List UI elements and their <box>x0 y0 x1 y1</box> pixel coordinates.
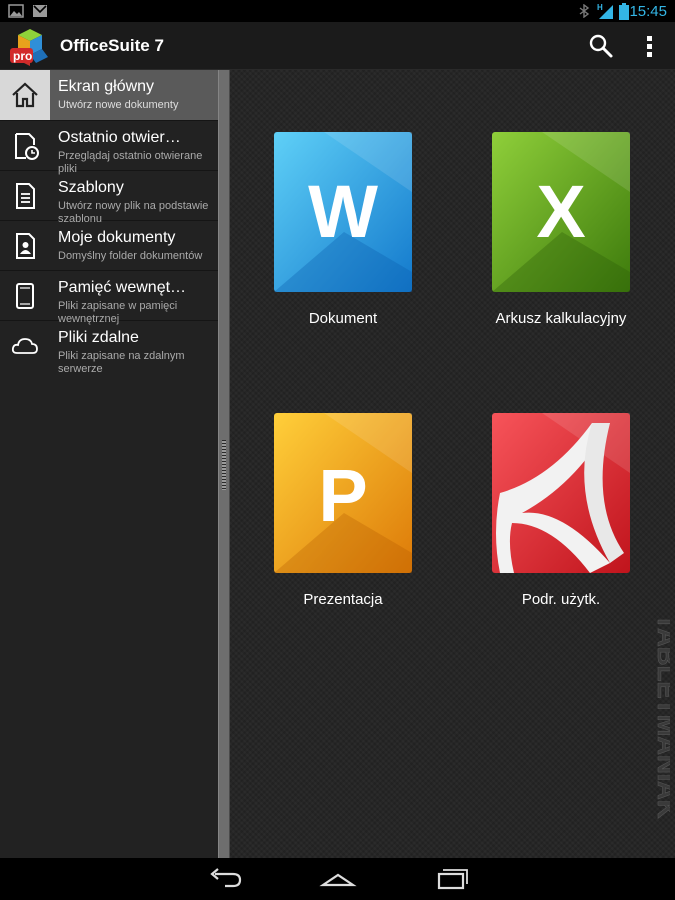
sidebar-icon-box <box>0 271 50 320</box>
tile-presentation[interactable]: P Prezentacja <box>268 413 418 613</box>
sidebar: Ekran główny Utwórz nowe dokumenty Ostat… <box>0 70 218 858</box>
system-navigation-bar <box>0 858 675 900</box>
logo-badge: pro <box>13 49 32 63</box>
my-documents-icon <box>16 233 35 259</box>
status-bar: H 15:45 <box>0 0 675 22</box>
recent-files-icon <box>15 133 39 160</box>
tile-user-manual[interactable]: Podr. użytk. <box>486 413 636 613</box>
tile-letter: X <box>536 170 585 253</box>
tile-label: Podr. użytk. <box>521 591 601 608</box>
recent-apps-icon[interactable] <box>431 866 471 892</box>
back-icon[interactable] <box>205 866 245 892</box>
tile-document[interactable]: W Dokument <box>268 132 418 332</box>
watermark-text: TABLETMANIAK <box>652 614 670 819</box>
tile-letter: W <box>308 170 378 253</box>
sidebar-item-my-documents[interactable]: Moje dokumenty Domyślny folder dokumentó… <box>0 221 218 271</box>
sidebar-item-subtitle: Utwórz nowe dokumenty <box>58 99 179 111</box>
sidebar-item-recent[interactable]: Ostatnio otwier… Przeglądaj ostatnio otw… <box>0 121 218 175</box>
sidebar-icon-box <box>0 321 50 371</box>
search-icon[interactable] <box>585 30 617 62</box>
pdf-manual-icon <box>492 413 630 573</box>
svg-text:H: H <box>597 3 603 12</box>
overflow-menu-icon[interactable] <box>634 30 666 62</box>
presentation-icon: P <box>274 413 412 573</box>
sidebar-item-title: Szablony <box>58 179 124 196</box>
tile-label: Arkusz kalkulacyjny <box>495 310 627 327</box>
sidebar-item-title: Ostatnio otwier… <box>58 129 181 146</box>
sidebar-item-subtitle: Pliki zapisane na zdalnym serwerze <box>58 350 185 375</box>
sidebar-item-internal-storage[interactable]: Pamięć wewnęt… Pliki zapisane w pamięci … <box>0 271 218 325</box>
status-time: 15:45 <box>629 3 667 20</box>
sidebar-icon-box <box>0 121 50 170</box>
battery-icon <box>619 3 629 20</box>
sidebar-item-subtitle: Domyślny folder dokumentów <box>58 250 203 262</box>
home-icon <box>12 82 38 108</box>
sidebar-item-remote-files[interactable]: Pliki zdalne Pliki zapisane na zdalnym s… <box>0 321 218 375</box>
cloud-icon <box>11 338 38 354</box>
sidebar-icon-box <box>0 171 50 220</box>
bluetooth-icon <box>579 4 590 18</box>
gmail-notification-icon <box>33 5 47 17</box>
tile-label: Dokument <box>308 310 378 327</box>
signal-icon: H <box>597 3 613 19</box>
sidebar-icon-box <box>0 70 50 120</box>
sidebar-item-title: Pamięć wewnęt… <box>58 279 187 296</box>
main-content: W Dokument X Arkusz kalkulacyjny P Preze… <box>230 70 675 858</box>
template-icon <box>16 183 35 209</box>
sidebar-icon-box <box>0 221 50 270</box>
sidebar-item-title: Pliki zdalne <box>58 329 139 346</box>
spreadsheet-icon: X <box>492 132 630 292</box>
sidebar-item-title: Moje dokumenty <box>58 229 176 246</box>
tile-spreadsheet[interactable]: X Arkusz kalkulacyjny <box>486 132 636 332</box>
sidebar-item-title: Ekran główny <box>58 78 155 95</box>
word-document-icon: W <box>274 132 412 292</box>
sidebar-item-home[interactable]: Ekran główny Utwórz nowe dokumenty <box>0 70 218 121</box>
home-nav-icon[interactable] <box>318 866 358 892</box>
image-notification-icon <box>8 4 24 18</box>
splitter-grip-handle[interactable] <box>222 440 226 490</box>
action-bar: pro OfficeSuite 7 <box>0 22 675 70</box>
officesuite-logo-icon: pro <box>10 29 48 66</box>
tablet-icon <box>16 283 34 309</box>
sidebar-item-templates[interactable]: Szablony Utwórz nowy plik na podstawie s… <box>0 171 218 225</box>
panel-splitter[interactable] <box>218 70 230 858</box>
tile-letter: P <box>318 454 367 537</box>
app-title: OfficeSuite 7 <box>60 36 164 55</box>
tabletmaniak-watermark-logo: TABLETMANIAK <box>652 614 670 819</box>
tile-label: Prezentacja <box>303 591 383 608</box>
